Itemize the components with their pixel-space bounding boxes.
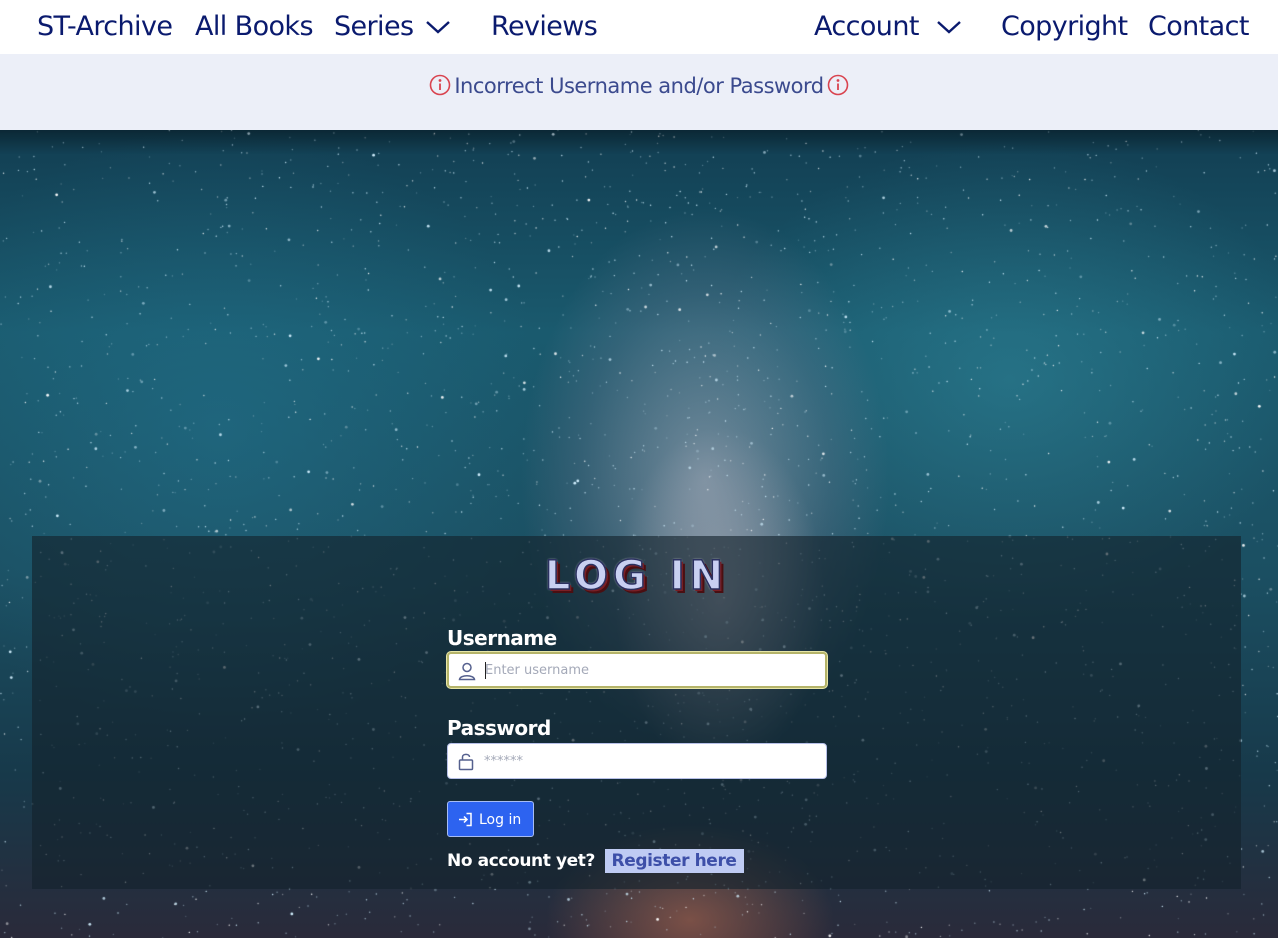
user-icon bbox=[458, 662, 476, 681]
register-link[interactable]: Register here bbox=[604, 849, 744, 873]
nav-all-books[interactable]: All Books bbox=[195, 9, 314, 45]
password-input[interactable] bbox=[484, 744, 814, 778]
info-icon bbox=[430, 74, 451, 96]
username-field[interactable] bbox=[447, 652, 827, 688]
lock-icon bbox=[458, 753, 474, 771]
login-button[interactable]: Log in bbox=[447, 801, 534, 837]
chevron-down-icon[interactable] bbox=[425, 18, 451, 36]
password-field[interactable] bbox=[447, 743, 827, 779]
top-navbar: ST-Archive All Books Series Reviews Acco… bbox=[0, 0, 1278, 54]
nav-reviews[interactable]: Reviews bbox=[491, 9, 598, 45]
brand-link[interactable]: ST-Archive bbox=[37, 9, 173, 45]
nav-account[interactable]: Account bbox=[814, 9, 919, 45]
nav-copyright[interactable]: Copyright bbox=[1001, 9, 1128, 45]
alert-message: Incorrect Username and/or Password bbox=[454, 74, 824, 98]
info-icon bbox=[827, 74, 848, 96]
username-input[interactable] bbox=[485, 654, 815, 686]
nav-series[interactable]: Series bbox=[334, 9, 414, 45]
hero-top-shadow bbox=[0, 130, 1278, 154]
nav-contact[interactable]: Contact bbox=[1148, 9, 1249, 45]
error-alert: Incorrect Username and/or Password bbox=[0, 54, 1278, 130]
password-label: Password bbox=[447, 716, 551, 740]
login-button-label: Log in bbox=[479, 812, 522, 828]
login-title: LOG IN bbox=[544, 553, 729, 599]
alert-content: Incorrect Username and/or Password bbox=[0, 72, 1278, 100]
chevron-down-icon[interactable] bbox=[936, 18, 962, 36]
register-prompt: No account yet? Register here bbox=[447, 849, 744, 873]
text-caret bbox=[485, 662, 486, 679]
login-arrow-icon bbox=[459, 812, 472, 827]
no-account-text: No account yet? bbox=[447, 851, 595, 871]
username-label: Username bbox=[447, 626, 557, 650]
login-panel: LOG IN Username Password Log in No accou… bbox=[32, 536, 1241, 889]
